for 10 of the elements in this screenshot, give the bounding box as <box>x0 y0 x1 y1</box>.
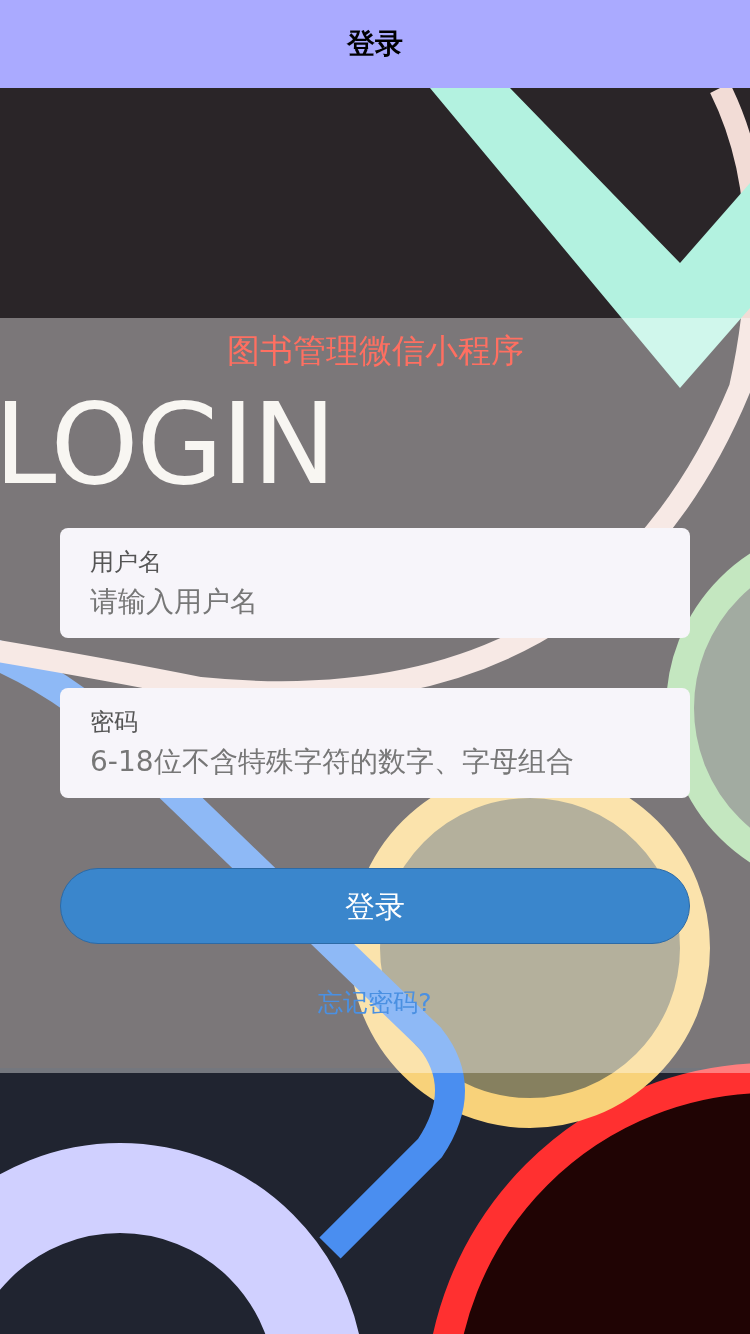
app-name: 图书管理微信小程序 <box>226 331 524 370</box>
field-label: 用户名 <box>90 548 162 576</box>
page-title: 登录 <box>347 26 403 62</box>
input-field[interactable]: 密码 6-18位不含特殊字符的数字、字母组合 <box>60 688 690 798</box>
text-input[interactable]: 6-18位不含特殊字符的数字、字母组合 <box>90 740 660 784</box>
field-label: 密码 <box>90 708 138 736</box>
login-heading: LOGIN <box>0 384 335 504</box>
input-field[interactable]: 用户名 请输入用户名 <box>60 528 690 638</box>
login-button[interactable]: 登录 <box>60 868 690 944</box>
text-input[interactable]: 请输入用户名 <box>90 580 660 624</box>
